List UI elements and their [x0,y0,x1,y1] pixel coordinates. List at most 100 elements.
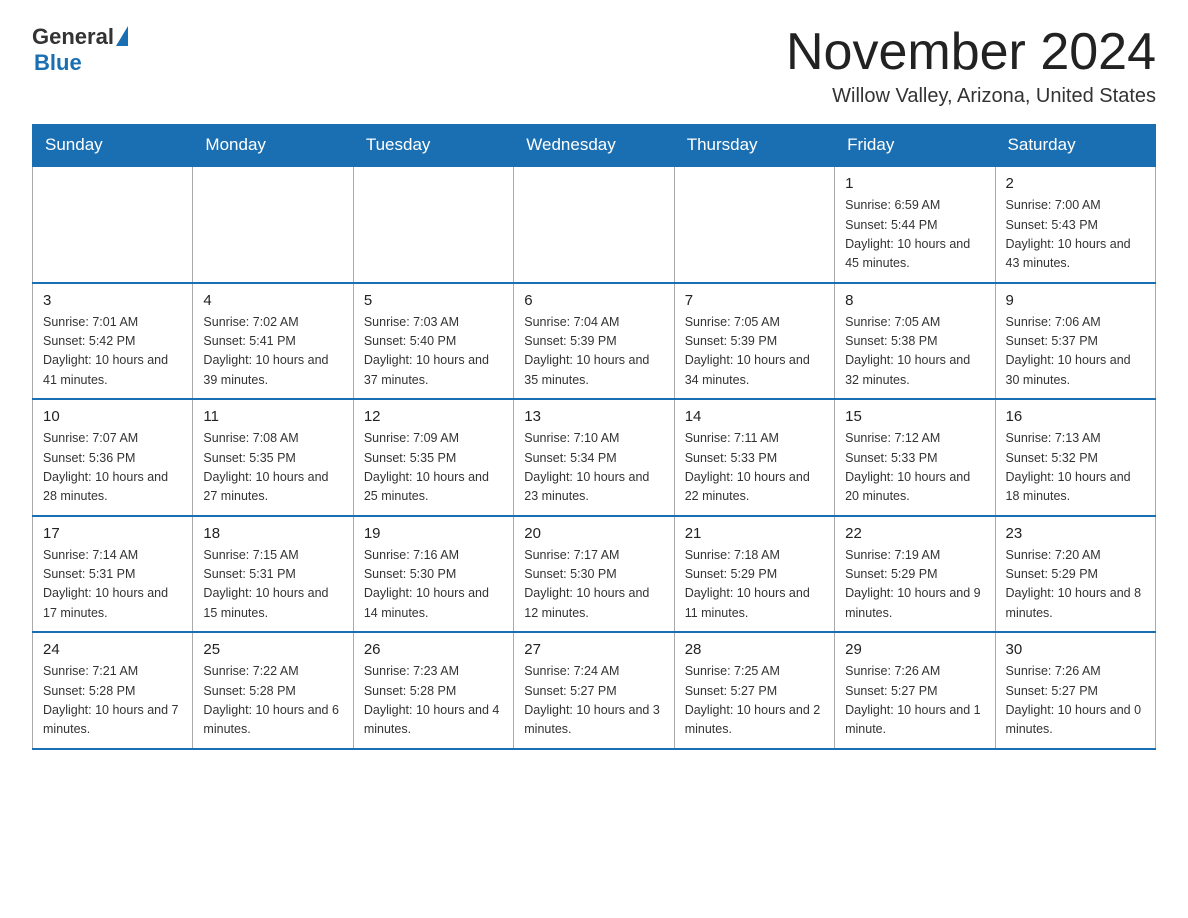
calendar-cell: 3 Sunrise: 7:01 AMSunset: 5:42 PMDaylight… [33,283,193,400]
day-info: Sunrise: 7:07 AMSunset: 5:36 PMDaylight:… [43,429,182,507]
day-info: Sunrise: 7:01 AMSunset: 5:42 PMDaylight:… [43,313,182,391]
calendar-week-row: 1 Sunrise: 6:59 AMSunset: 5:44 PMDaylight… [33,166,1156,283]
day-info: Sunrise: 7:03 AMSunset: 5:40 PMDaylight:… [364,313,503,391]
calendar-cell: 15Sunrise: 7:12 AMSunset: 5:33 PMDayligh… [835,399,995,516]
day-number: 23 [1006,525,1145,542]
day-info: Sunrise: 7:05 AMSunset: 5:39 PMDaylight:… [685,313,824,391]
calendar-cell: 14Sunrise: 7:11 AMSunset: 5:33 PMDayligh… [674,399,834,516]
calendar-cell [514,166,674,283]
weekday-header: Monday [193,125,353,167]
calendar-cell: 23 Sunrise: 7:20 AMSunset: 5:29 PMDayligh… [995,516,1155,633]
calendar-cell: 4 Sunrise: 7:02 AMSunset: 5:41 PMDaylight… [193,283,353,400]
calendar-cell [193,166,353,283]
day-number: 20 [524,525,663,542]
day-info: Sunrise: 7:02 AMSunset: 5:41 PMDaylight:… [203,313,342,391]
calendar-week-row: 3 Sunrise: 7:01 AMSunset: 5:42 PMDaylight… [33,283,1156,400]
calendar-cell: 17 Sunrise: 7:14 AMSunset: 5:31 PMDayligh… [33,516,193,633]
calendar-cell [674,166,834,283]
calendar-cell: 24 Sunrise: 7:21 AMSunset: 5:28 PMDayligh… [33,632,193,749]
calendar-cell: 28Sunrise: 7:25 AMSunset: 5:27 PMDayligh… [674,632,834,749]
day-number: 12 [364,408,503,425]
day-number: 1 [845,175,984,192]
day-number: 27 [524,641,663,658]
calendar-cell: 25Sunrise: 7:22 AMSunset: 5:28 PMDayligh… [193,632,353,749]
weekday-header: Friday [835,125,995,167]
day-number: 3 [43,292,182,309]
day-number: 7 [685,292,824,309]
day-info: Sunrise: 7:26 AMSunset: 5:27 PMDaylight:… [1006,662,1145,740]
calendar-cell: 9 Sunrise: 7:06 AMSunset: 5:37 PMDaylight… [995,283,1155,400]
day-number: 10 [43,408,182,425]
day-number: 25 [203,641,342,658]
day-info: Sunrise: 7:16 AMSunset: 5:30 PMDaylight:… [364,546,503,624]
day-info: Sunrise: 7:09 AMSunset: 5:35 PMDaylight:… [364,429,503,507]
calendar-cell: 10 Sunrise: 7:07 AMSunset: 5:36 PMDayligh… [33,399,193,516]
day-info: Sunrise: 7:08 AMSunset: 5:35 PMDaylight:… [203,429,342,507]
calendar-cell [353,166,513,283]
logo-triangle-icon [116,26,128,46]
day-info: Sunrise: 7:20 AMSunset: 5:29 PMDaylight:… [1006,546,1145,624]
day-info: Sunrise: 7:05 AMSunset: 5:38 PMDaylight:… [845,313,984,391]
day-number: 17 [43,525,182,542]
month-title: November 2024 [786,24,1156,81]
calendar-cell: 7 Sunrise: 7:05 AMSunset: 5:39 PMDaylight… [674,283,834,400]
day-number: 6 [524,292,663,309]
day-info: Sunrise: 7:21 AMSunset: 5:28 PMDaylight:… [43,662,182,740]
day-number: 4 [203,292,342,309]
calendar-cell: 13Sunrise: 7:10 AMSunset: 5:34 PMDayligh… [514,399,674,516]
day-info: Sunrise: 7:17 AMSunset: 5:30 PMDaylight:… [524,546,663,624]
day-number: 28 [685,641,824,658]
calendar-cell: 1 Sunrise: 6:59 AMSunset: 5:44 PMDaylight… [835,166,995,283]
calendar-week-row: 17 Sunrise: 7:14 AMSunset: 5:31 PMDayligh… [33,516,1156,633]
calendar-cell: 20 Sunrise: 7:17 AMSunset: 5:30 PMDayligh… [514,516,674,633]
weekday-header: Tuesday [353,125,513,167]
day-number: 8 [845,292,984,309]
logo: General Blue [32,24,128,76]
page-header: General Blue November 2024 Willow Valley… [32,24,1156,108]
day-info: Sunrise: 7:06 AMSunset: 5:37 PMDaylight:… [1006,313,1145,391]
day-info: Sunrise: 7:19 AMSunset: 5:29 PMDaylight:… [845,546,984,624]
weekday-header: Thursday [674,125,834,167]
calendar-table: SundayMondayTuesdayWednesdayThursdayFrid… [32,124,1156,750]
day-number: 29 [845,641,984,658]
day-number: 16 [1006,408,1145,425]
day-info: Sunrise: 7:15 AMSunset: 5:31 PMDaylight:… [203,546,342,624]
day-info: Sunrise: 7:00 AMSunset: 5:43 PMDaylight:… [1006,196,1145,274]
logo-text-blue: Blue [34,50,128,76]
day-info: Sunrise: 7:12 AMSunset: 5:33 PMDaylight:… [845,429,984,507]
location-title: Willow Valley, Arizona, United States [786,85,1156,108]
day-number: 18 [203,525,342,542]
calendar-cell: 5 Sunrise: 7:03 AMSunset: 5:40 PMDaylight… [353,283,513,400]
day-info: Sunrise: 7:18 AMSunset: 5:29 PMDaylight:… [685,546,824,624]
day-info: Sunrise: 7:14 AMSunset: 5:31 PMDaylight:… [43,546,182,624]
day-number: 14 [685,408,824,425]
calendar-cell: 29 Sunrise: 7:26 AMSunset: 5:27 PMDayligh… [835,632,995,749]
calendar-cell: 6Sunrise: 7:04 AMSunset: 5:39 PMDaylight… [514,283,674,400]
calendar-cell: 21Sunrise: 7:18 AMSunset: 5:29 PMDayligh… [674,516,834,633]
calendar-cell: 22Sunrise: 7:19 AMSunset: 5:29 PMDayligh… [835,516,995,633]
calendar-cell: 30 Sunrise: 7:26 AMSunset: 5:27 PMDayligh… [995,632,1155,749]
day-number: 9 [1006,292,1145,309]
day-info: Sunrise: 7:23 AMSunset: 5:28 PMDaylight:… [364,662,503,740]
calendar-cell: 27 Sunrise: 7:24 AMSunset: 5:27 PMDayligh… [514,632,674,749]
day-number: 2 [1006,175,1145,192]
day-number: 24 [43,641,182,658]
calendar-cell: 26Sunrise: 7:23 AMSunset: 5:28 PMDayligh… [353,632,513,749]
day-number: 5 [364,292,503,309]
day-info: Sunrise: 7:24 AMSunset: 5:27 PMDaylight:… [524,662,663,740]
day-number: 30 [1006,641,1145,658]
calendar-cell: 16 Sunrise: 7:13 AMSunset: 5:32 PMDayligh… [995,399,1155,516]
day-number: 19 [364,525,503,542]
logo-text-general: General [32,24,114,50]
day-info: Sunrise: 7:26 AMSunset: 5:27 PMDaylight:… [845,662,984,740]
weekday-header: Sunday [33,125,193,167]
day-info: Sunrise: 7:13 AMSunset: 5:32 PMDaylight:… [1006,429,1145,507]
day-number: 11 [203,408,342,425]
calendar-cell: 11 Sunrise: 7:08 AMSunset: 5:35 PMDayligh… [193,399,353,516]
weekday-header: Saturday [995,125,1155,167]
title-block: November 2024 Willow Valley, Arizona, Un… [786,24,1156,108]
calendar-cell: 18 Sunrise: 7:15 AMSunset: 5:31 PMDayligh… [193,516,353,633]
weekday-header: Wednesday [514,125,674,167]
day-info: Sunrise: 6:59 AMSunset: 5:44 PMDaylight:… [845,196,984,274]
day-number: 13 [524,408,663,425]
